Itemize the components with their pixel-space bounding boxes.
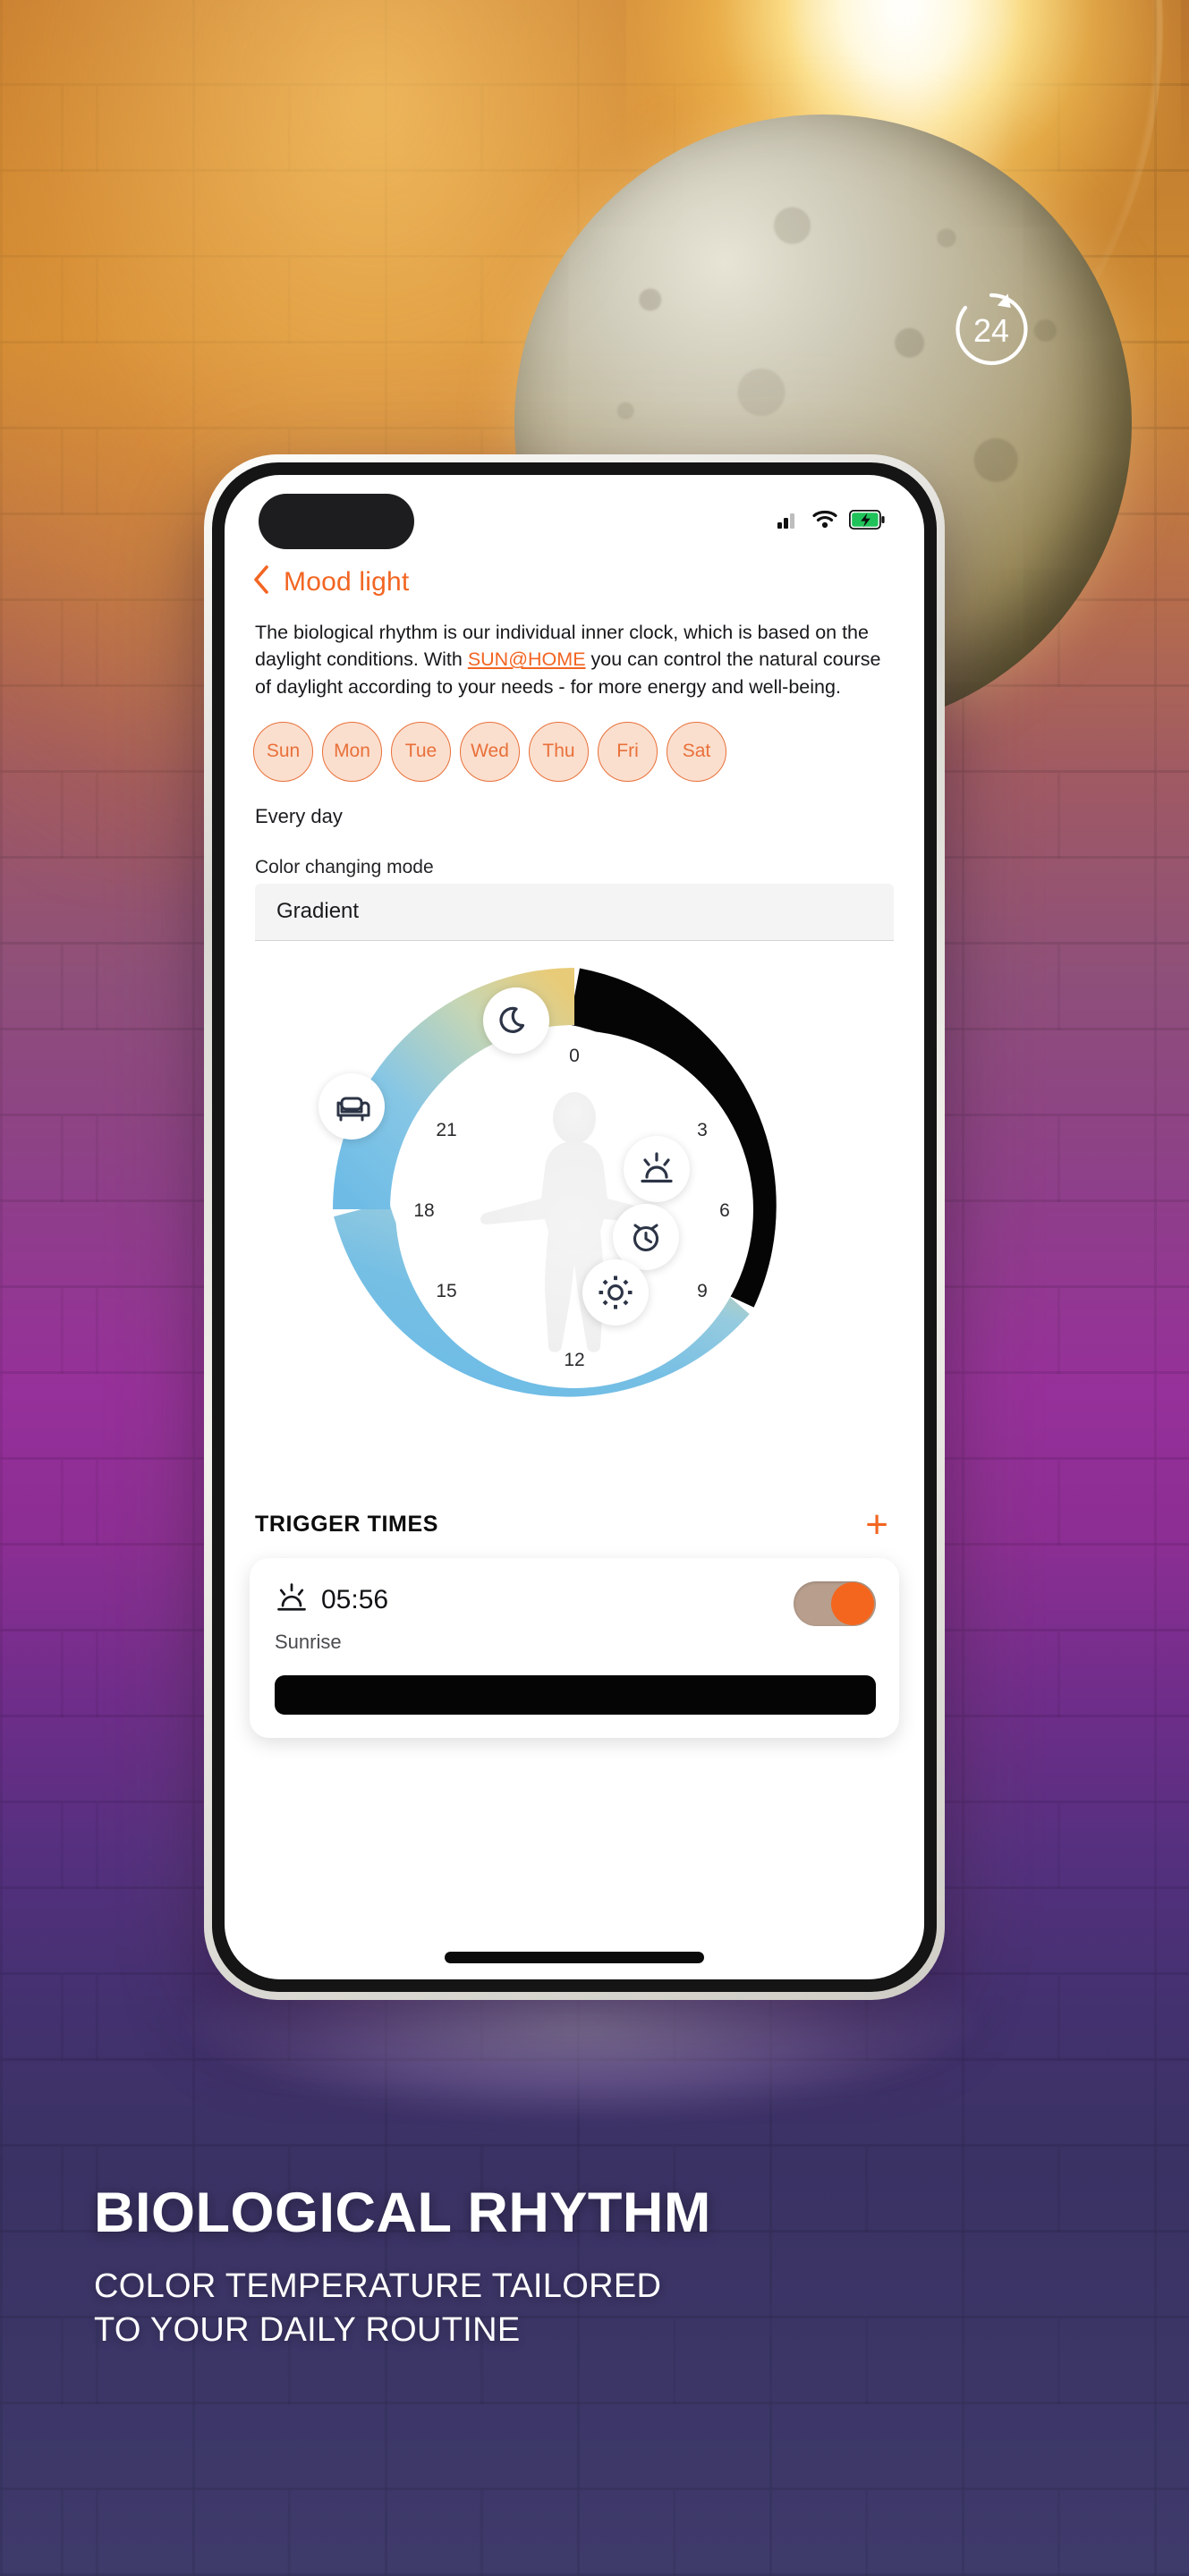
color-mode-value: Gradient [276,899,360,924]
headline-title: BIOLOGICAL RHYTHM [94,2182,711,2244]
day-chip-sat[interactable]: Sat [667,721,726,782]
phone-mockup: Mood light The biological rhythm is our … [204,454,945,2000]
day-selector: Sun Mon Tue Wed Thu Fri Sat [253,721,924,782]
day-chip-label: Tue [404,741,437,762]
trigger-time-row: 05:56 [275,1581,388,1620]
sun-brightness-icon[interactable] [582,1258,649,1326]
24-hour-cycle-badge: 24 [950,288,1032,370]
repeat-summary: Every day [255,804,343,827]
trigger-time-label: Sunrise [275,1630,342,1653]
page-title: Mood light [284,566,410,597]
dial-hour-15: 15 [436,1281,456,1301]
toggle-knob [831,1581,874,1625]
day-chip-tue[interactable]: Tue [391,721,451,782]
day-chip-label: Fri [616,741,639,762]
back-chevron-icon[interactable] [251,564,271,599]
wifi-icon [812,510,837,533]
home-indicator [445,1952,704,1963]
day-chip-label: Thu [542,741,575,762]
day-chip-label: Mon [334,741,370,762]
day-chip-fri[interactable]: Fri [598,721,658,782]
headline-subtitle: COLOR TEMPERATURE TAILORED TO YOUR DAILY… [94,2265,1189,2351]
promo-stage: 24 Mood light The biological rhythm is o… [0,0,1189,2576]
color-mode-label: Color changing mode [255,856,434,877]
status-icons [777,509,885,534]
sun-at-home-link[interactable]: SUN@HOME [468,648,586,670]
day-chip-label: Sat [682,741,711,762]
dial-hour-0: 0 [569,1046,580,1066]
camera-punch-hole [259,494,414,549]
promo-headline: BIOLOGICAL RHYTHM COLOR TEMPERATURE TAIL… [0,2182,1189,2351]
day-chip-label: Wed [471,741,509,762]
trigger-time-value: 05:56 [321,1585,389,1615]
cellular-signal-icon [777,511,801,533]
moon-icon[interactable] [483,987,549,1054]
phone-bezel: Mood light The biological rhythm is our … [212,462,937,1992]
headline-subtitle-line1: COLOR TEMPERATURE TAILORED [94,2267,662,2306]
day-chip-sun[interactable]: Sun [253,721,313,782]
day-chip-mon[interactable]: Mon [322,721,382,782]
armchair-icon[interactable] [318,1072,385,1140]
sunrise-icon[interactable] [624,1135,690,1202]
screen-nav-bar: Mood light [225,552,924,603]
color-mode-select[interactable]: Gradient [255,883,894,941]
dial-hour-12: 12 [564,1350,584,1370]
dial-hour-9: 9 [697,1281,708,1301]
trigger-enable-toggle[interactable] [794,1580,876,1626]
battery-charging-icon [848,509,885,534]
dial-ring[interactable]: 0 3 6 9 12 15 18 21 [324,959,825,1460]
daylight-dial: 0 3 6 9 12 15 18 21 [225,952,924,1506]
day-chip-wed[interactable]: Wed [460,721,520,782]
trigger-times-title: TRIGGER TIMES [255,1512,439,1538]
status-bar [225,475,924,552]
dial-hour-6: 6 [719,1200,730,1221]
trigger-color-swatch[interactable] [275,1674,876,1715]
trigger-times-header: TRIGGER TIMES + [255,1504,888,1544]
dial-hour-18: 18 [413,1200,434,1221]
dial-hour-3: 3 [697,1120,708,1140]
day-chip-thu[interactable]: Thu [529,721,589,782]
day-chip-label: Sun [266,741,301,762]
dial-hour-21: 21 [436,1120,456,1140]
sunrise-icon [275,1581,309,1620]
trigger-time-card[interactable]: 05:56 Sunrise [250,1557,899,1738]
phone-screen: Mood light The biological rhythm is our … [225,475,924,1979]
plus-icon[interactable]: + [865,1504,888,1544]
headline-subtitle-line2: TO YOUR DAILY ROUTINE [94,2310,521,2349]
badge-24-label: 24 [973,312,1009,349]
intro-paragraph: The biological rhythm is our individual … [255,619,894,700]
